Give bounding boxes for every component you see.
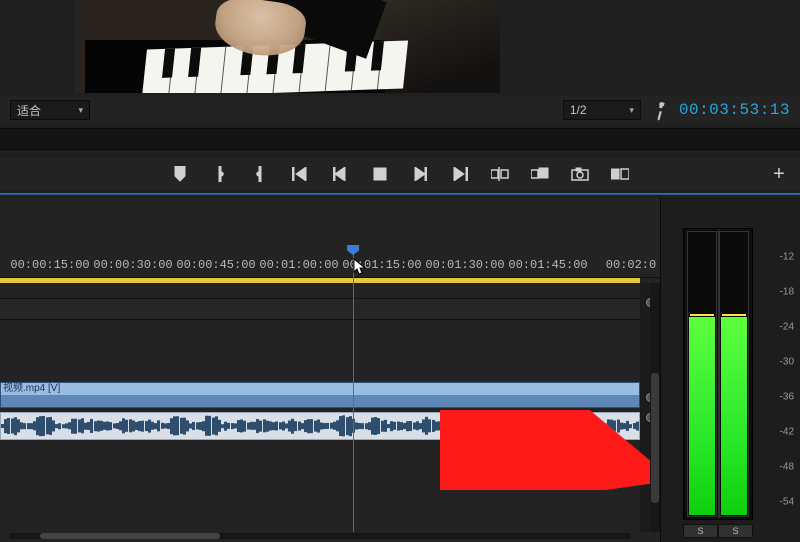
comparison-view-button[interactable]: [610, 164, 630, 184]
panel-active-indicator: [0, 193, 800, 195]
chevron-down-icon: ▾: [629, 105, 634, 116]
insert-button[interactable]: [490, 164, 510, 184]
meter-peak-indicator: [690, 314, 714, 316]
video-track-empty[interactable]: [0, 298, 640, 320]
scrollbar-thumb[interactable]: [651, 373, 659, 503]
ruler-tick-label: 00:01:45:00: [508, 258, 587, 272]
db-scale: -12 -18 -24 -30 -36 -42 -48 -54: [764, 228, 794, 520]
ruler-tick-label: 00:01:30:00: [425, 258, 504, 272]
preview-options-bar: 适合 ▾ 1/2 ▾ 00:03:53:13: [0, 96, 800, 124]
solo-right-button[interactable]: S: [718, 524, 753, 538]
db-tick-label: -24: [780, 322, 794, 333]
playback-resolution-label: 1/2: [570, 103, 587, 117]
timeline-panel: 00:00:15:00 00:00:30:00 00:00:45:00 00:01:0…: [0, 198, 660, 542]
playback-resolution-dropdown[interactable]: 1/2 ▾: [563, 100, 641, 120]
db-tick-label: -12: [780, 252, 794, 263]
ruler-tick-label: 00:01:00:00: [259, 258, 338, 272]
button-editor-plus[interactable]: +: [764, 158, 794, 190]
audio-meter-panel: S S -12 -18 -24 -30 -36 -42 -48 -54: [660, 198, 800, 542]
meter-level-fill: [721, 317, 747, 515]
step-back-button[interactable]: [330, 164, 350, 184]
db-tick-label: -18: [780, 287, 794, 298]
time-ruler[interactable]: 00:00:15:00 00:00:30:00 00:00:45:00 00:01:0…: [0, 248, 660, 278]
transport-toolbar: [0, 158, 800, 190]
zoom-fit-dropdown[interactable]: 适合 ▾: [10, 100, 90, 120]
meter-peak-indicator: [722, 314, 746, 316]
db-tick-label: -54: [780, 497, 794, 508]
timeline-horizontal-scrollbar[interactable]: [10, 533, 630, 539]
overwrite-button[interactable]: [530, 164, 550, 184]
meter-channel-right: [719, 231, 749, 517]
play-stop-button[interactable]: [370, 164, 390, 184]
meter-solo-row: S S: [683, 524, 753, 538]
settings-wrench-icon[interactable]: [648, 98, 673, 123]
db-tick-label: -42: [780, 427, 794, 438]
preview-frame: [75, 0, 500, 93]
solo-left-button[interactable]: S: [683, 524, 718, 538]
db-tick-label: -48: [780, 462, 794, 473]
program-monitor: [75, 0, 500, 93]
export-frame-button[interactable]: [570, 164, 590, 184]
clip-label: 视频.mp4 [V]: [1, 383, 639, 395]
audio-meter[interactable]: [683, 228, 753, 520]
zoom-fit-label: 适合: [17, 102, 41, 119]
ruler-tick-label: 00:00:15:00: [10, 258, 89, 272]
meter-level-fill: [689, 317, 715, 515]
audio-clip[interactable]: [0, 412, 640, 440]
mark-out-button[interactable]: [250, 164, 270, 184]
meter-channel-left: [687, 231, 717, 517]
timeline-vertical-scrollbar[interactable]: [650, 283, 660, 532]
step-forward-button[interactable]: [410, 164, 430, 184]
add-marker-button[interactable]: [170, 164, 190, 184]
db-tick-label: -36: [780, 392, 794, 403]
source-timecode[interactable]: 00:03:53:13: [679, 101, 790, 119]
audio-waveform: [1, 413, 639, 439]
mark-in-button[interactable]: [210, 164, 230, 184]
db-tick-label: -30: [780, 357, 794, 368]
chevron-down-icon: ▾: [78, 105, 83, 116]
video-clip[interactable]: 视频.mp4 [V]: [0, 382, 640, 408]
scrollbar-thumb[interactable]: [40, 533, 220, 539]
go-to-out-button[interactable]: [450, 164, 470, 184]
panel-divider: [0, 128, 800, 150]
ruler-tick-label: 00:02:0: [606, 258, 656, 272]
playhead[interactable]: [353, 246, 354, 532]
ruler-tick-label: 00:00:45:00: [176, 258, 255, 272]
work-area-bar[interactable]: [0, 278, 640, 283]
ruler-tick-label: 00:00:30:00: [93, 258, 172, 272]
go-to-in-button[interactable]: [290, 164, 310, 184]
ruler-tick-label: 00:01:15:00: [342, 258, 421, 272]
